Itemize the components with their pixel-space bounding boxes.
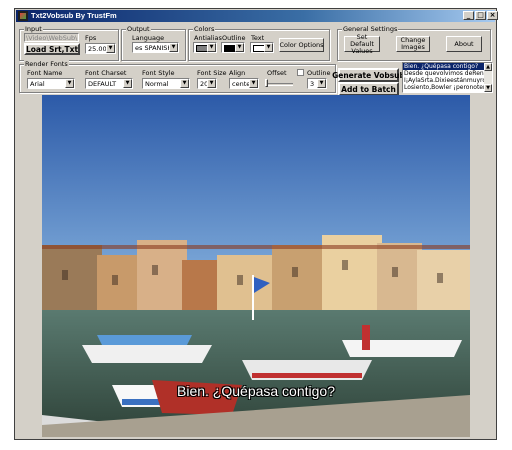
- colors-group-label: Colors: [193, 25, 216, 33]
- output-group-label: Output: [126, 25, 151, 33]
- font-name-label: Font Name: [27, 69, 63, 77]
- offset-label: Offset: [267, 69, 287, 77]
- font-charset-value: DEFAULT: [88, 80, 117, 88]
- chevron-down-icon[interactable]: ▼: [169, 43, 178, 52]
- about-button[interactable]: About: [446, 36, 482, 52]
- font-charset-select[interactable]: DEFAULT ▼: [85, 78, 133, 89]
- subtitle-overlay: Bien. ¿Quépasa contigo?: [177, 383, 335, 399]
- chevron-down-icon[interactable]: ▼: [207, 43, 216, 52]
- offset-slider-thumb[interactable]: [265, 79, 268, 87]
- font-style-label: Font Style: [142, 69, 175, 77]
- chevron-down-icon[interactable]: ▼: [317, 79, 326, 88]
- text-color-label: Text: [251, 34, 265, 42]
- set-default-button[interactable]: Set Default Values: [344, 33, 380, 54]
- font-charset-label: Font Charset: [85, 69, 127, 77]
- outline-checkbox[interactable]: [297, 69, 304, 76]
- align-select[interactable]: center ▼: [229, 78, 259, 89]
- load-srt-button[interactable]: Load Srt,Txt: [24, 43, 80, 55]
- app-window: Txt2Vobsub By TrustFm _ □ × Input \Video…: [14, 8, 498, 440]
- input-path-field[interactable]: \Video\WebSub\: [24, 33, 79, 42]
- antialias-label: Antialias: [194, 34, 222, 42]
- chevron-down-icon[interactable]: ▼: [264, 43, 273, 52]
- video-preview: Bien. ¿Quépasa contigo?: [42, 95, 470, 437]
- render-fonts-label: Render Fonts: [24, 60, 69, 68]
- chevron-down-icon[interactable]: ▼: [249, 79, 258, 88]
- window-title: Txt2Vobsub By TrustFm: [31, 11, 117, 20]
- chevron-down-icon[interactable]: ▼: [180, 79, 189, 88]
- fps-label: Fps: [85, 34, 97, 42]
- list-item[interactable]: Bien. ¿Quépasa contigo?: [403, 63, 492, 70]
- font-size-label: Font Size: [197, 69, 227, 77]
- generate-vobsub-button[interactable]: Generate Vobsub: [332, 68, 405, 82]
- font-style-select[interactable]: Normal ▼: [142, 78, 190, 89]
- add-to-batch-button[interactable]: Add to Batch: [338, 82, 399, 96]
- close-button[interactable]: ×: [487, 11, 498, 20]
- list-item[interactable]: I¡AylaSrta.Dixieestánmuyroma: [403, 77, 492, 84]
- color-options-button[interactable]: Color Options: [279, 38, 324, 52]
- language-label: Language: [132, 34, 165, 42]
- chevron-down-icon[interactable]: ▼: [235, 43, 244, 52]
- font-size-select[interactable]: 20 ▼: [197, 78, 217, 89]
- title-bar[interactable]: Txt2Vobsub By TrustFm _ □ ×: [16, 10, 498, 22]
- outline-label: Outline: [307, 69, 331, 77]
- general-settings-label: General Settings: [342, 25, 399, 33]
- chevron-down-icon[interactable]: ▼: [65, 79, 74, 88]
- chevron-down-icon[interactable]: ▼: [207, 79, 216, 88]
- offset-slider[interactable]: [265, 83, 293, 86]
- outline-size-value: 3: [310, 80, 315, 88]
- font-name-value: Arial: [30, 80, 45, 88]
- language-select[interactable]: es SPANISH ▼: [132, 42, 179, 53]
- subtitle-list[interactable]: Bien. ¿Quépasa contigo? Desde quevolvimo…: [402, 62, 493, 93]
- input-group-label: Input: [24, 25, 43, 33]
- maximize-button[interactable]: □: [475, 11, 486, 20]
- list-scrollbar[interactable]: ▲ ▼: [484, 63, 492, 92]
- scroll-down-icon[interactable]: ▼: [484, 84, 492, 92]
- minimize-button[interactable]: _: [463, 11, 474, 20]
- outline-color-select[interactable]: ▼: [221, 42, 245, 53]
- align-label: Align: [229, 69, 246, 77]
- language-value: es SPANISH: [135, 44, 173, 52]
- font-name-select[interactable]: Arial ▼: [27, 78, 75, 89]
- list-item[interactable]: Desde quevolvimos deRenc: [403, 70, 492, 77]
- list-item[interactable]: Losiento,Bowler ¡peronoteng: [403, 84, 492, 91]
- app-icon: [18, 11, 28, 21]
- chevron-down-icon[interactable]: ▼: [123, 79, 132, 88]
- outline-size-select[interactable]: 3 ▼: [307, 78, 327, 89]
- fps-select[interactable]: 25.000 ▼: [85, 43, 116, 54]
- text-color-select[interactable]: ▼: [250, 42, 274, 53]
- outline-color-label: Outline: [222, 34, 246, 42]
- chevron-down-icon[interactable]: ▼: [106, 44, 115, 53]
- antialias-color-select[interactable]: ▼: [193, 42, 217, 53]
- change-images-button[interactable]: Change Images: [396, 36, 430, 52]
- font-style-value: Normal: [145, 80, 169, 88]
- scroll-up-icon[interactable]: ▲: [484, 63, 492, 71]
